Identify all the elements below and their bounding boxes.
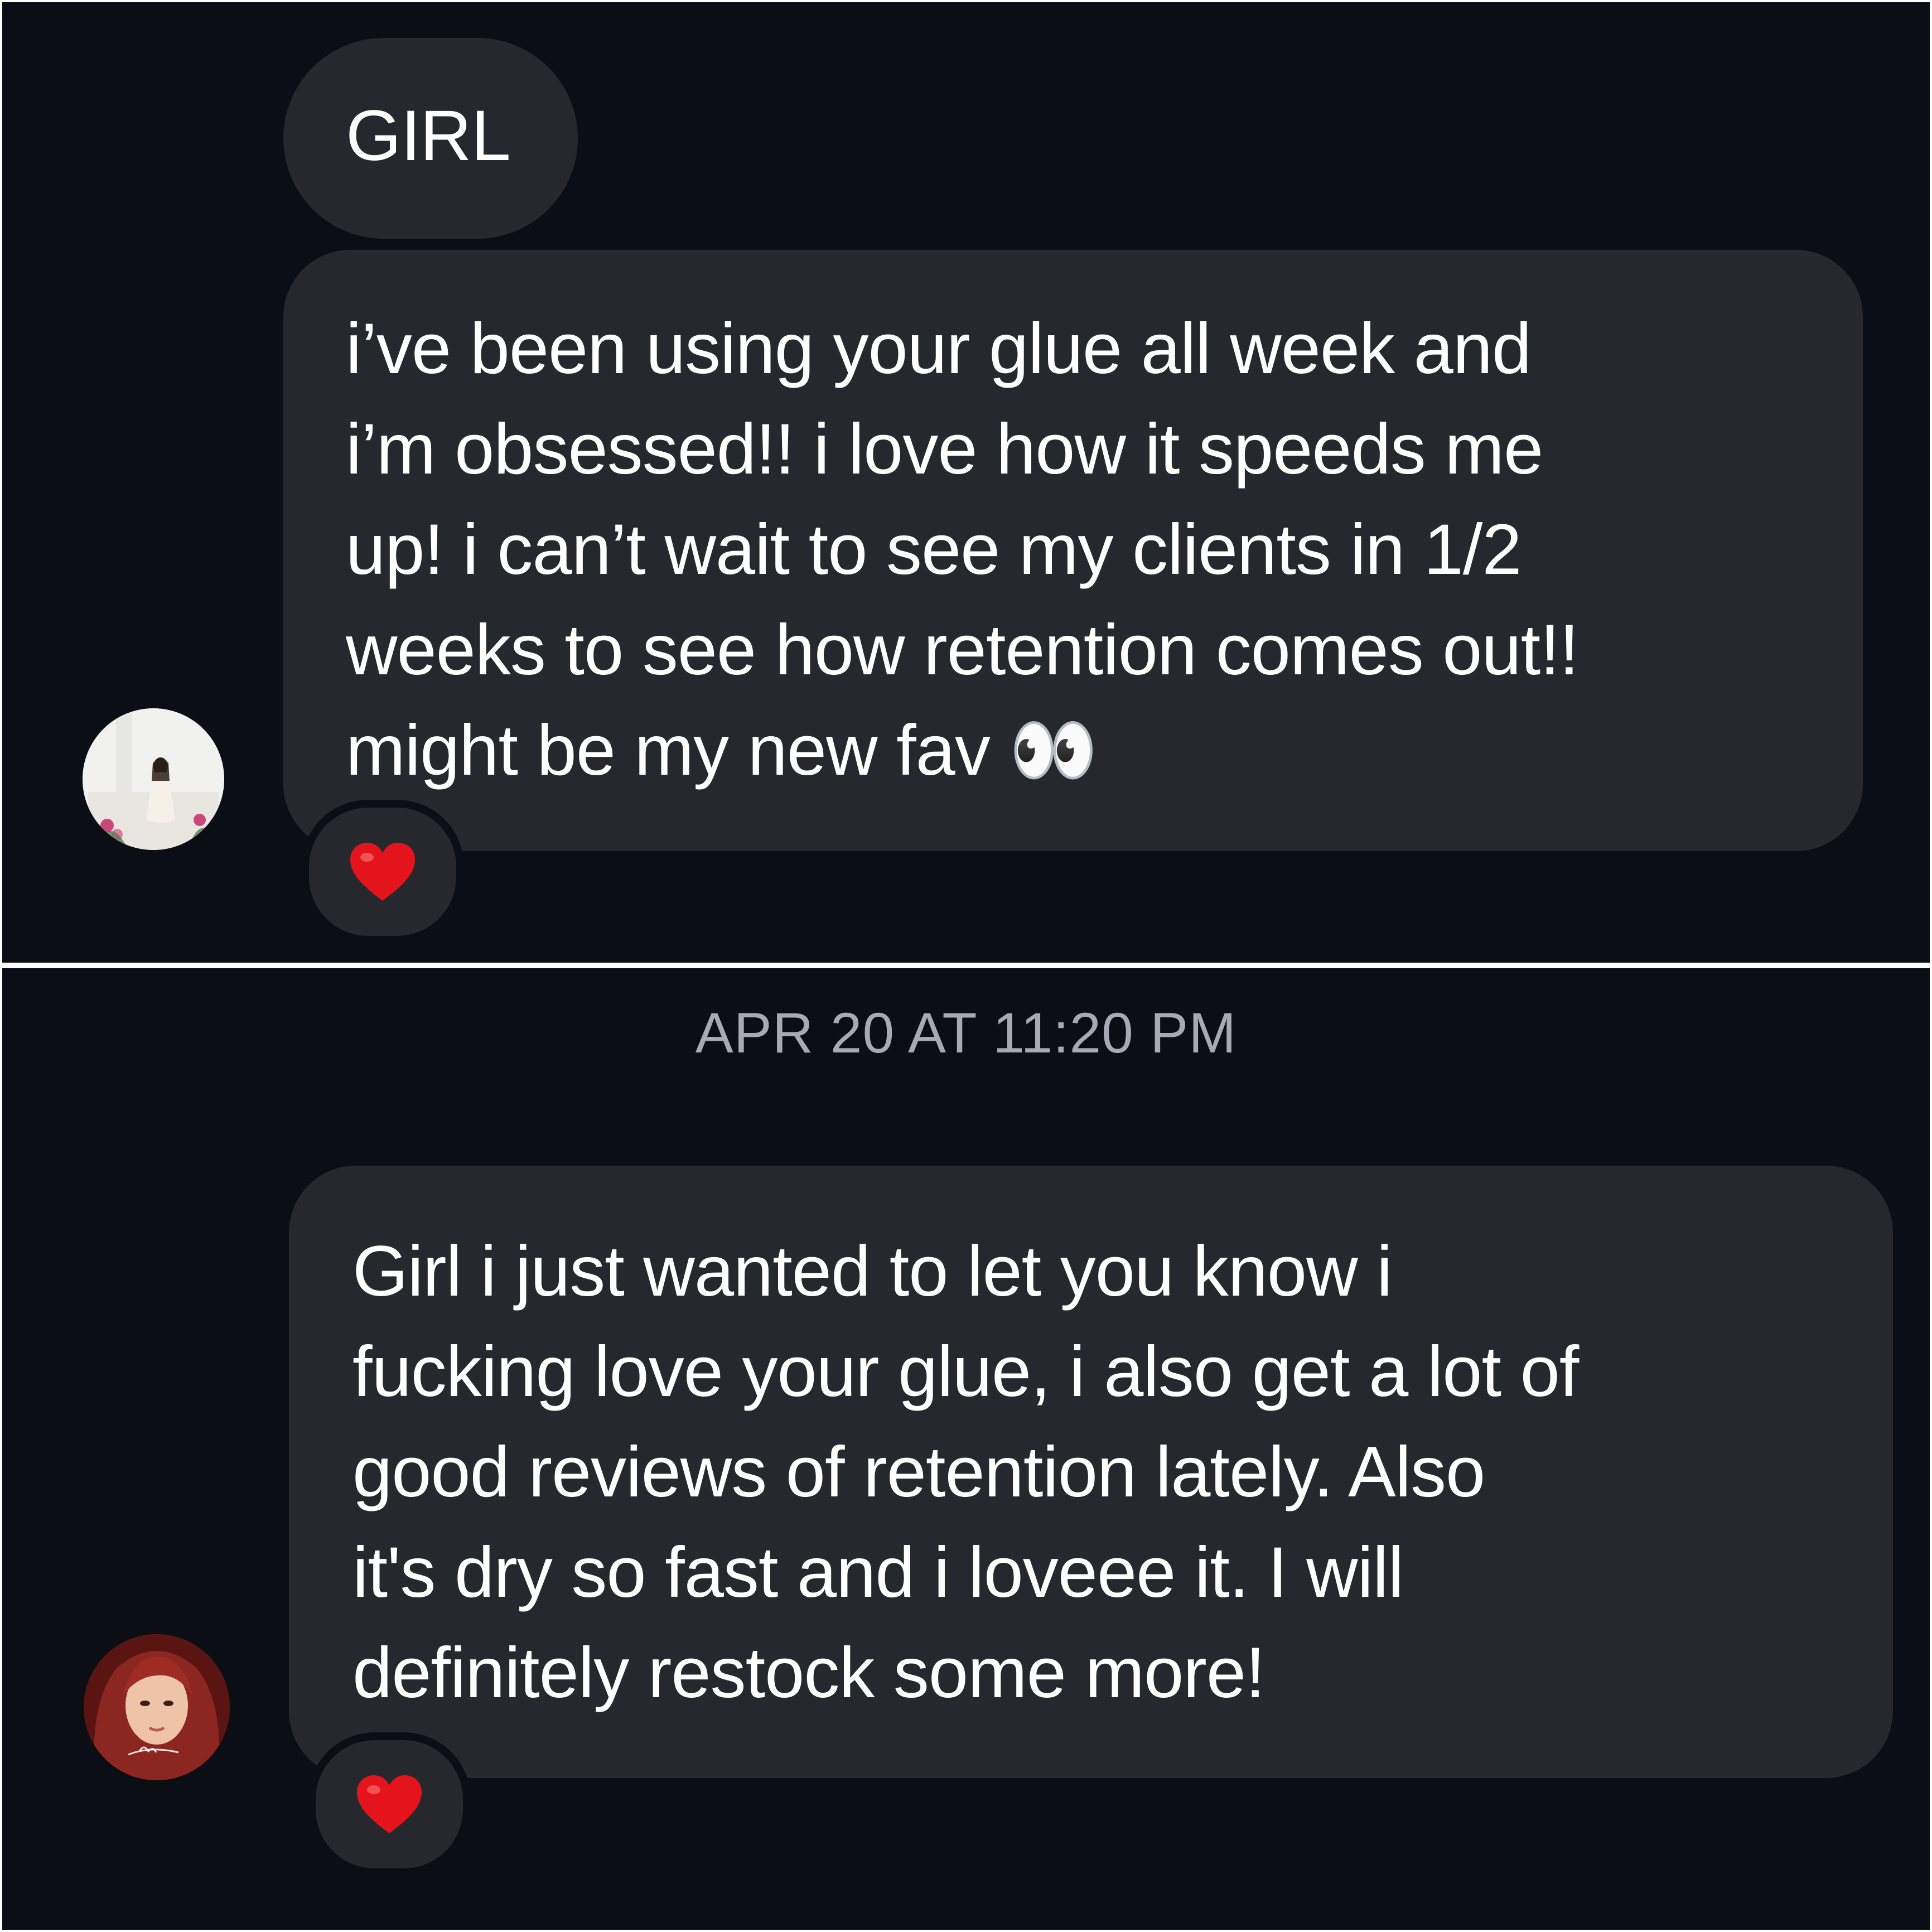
message-bubble-review-2[interactable]: Girl i just wanted to let you know i fuc… (289, 1166, 1893, 1778)
reaction-badge[interactable] (308, 1732, 471, 1876)
chat-panel-top: GIRL i’ve been using your glue all week … (2, 2, 1930, 963)
profile-photo-red-hair-icon (84, 1634, 230, 1780)
heart-icon (348, 841, 417, 903)
message-line: definitely restock some more! (352, 1633, 1266, 1713)
avatar[interactable] (84, 1634, 230, 1780)
message-line: might be my new fav 👀 (346, 711, 1098, 790)
message-bubble-review-1[interactable]: i’ve been using your glue all week and i… (283, 250, 1863, 851)
message-text: GIRL (346, 96, 511, 176)
message-line: i’m obsessed!! i love how it speeds me (346, 409, 1543, 489)
message-line: weeks to see how retention comes out!! (346, 610, 1579, 690)
reaction-badge[interactable] (301, 800, 464, 944)
message-line: good reviews of retention lately. Also (352, 1432, 1485, 1512)
message-bubble-girl[interactable]: GIRL (283, 38, 578, 239)
message-line: up! i can’t wait to see my clients in 1/… (346, 510, 1522, 590)
avatar[interactable] (83, 708, 224, 850)
message-line: i’ve been using your glue all week and (346, 309, 1532, 389)
message-line: Girl i just wanted to let you know i (352, 1231, 1392, 1311)
message-line: fucking love your glue, i also get a lot… (352, 1332, 1579, 1412)
message-line: it's dry so fast and i loveee it. I will (352, 1533, 1404, 1612)
message-timestamp: APR 20 AT 11:20 PM (695, 1001, 1237, 1065)
heart-icon (355, 1773, 424, 1836)
profile-photo-woman-white-dress-icon (83, 708, 224, 850)
chat-panel-bottom: APR 20 AT 11:20 PM Girl i just wanted to… (2, 968, 1930, 1930)
message-text-block: Girl i just wanted to let you know i fuc… (352, 1221, 1579, 1723)
message-text-block: i’ve been using your glue all week and i… (346, 299, 1579, 801)
